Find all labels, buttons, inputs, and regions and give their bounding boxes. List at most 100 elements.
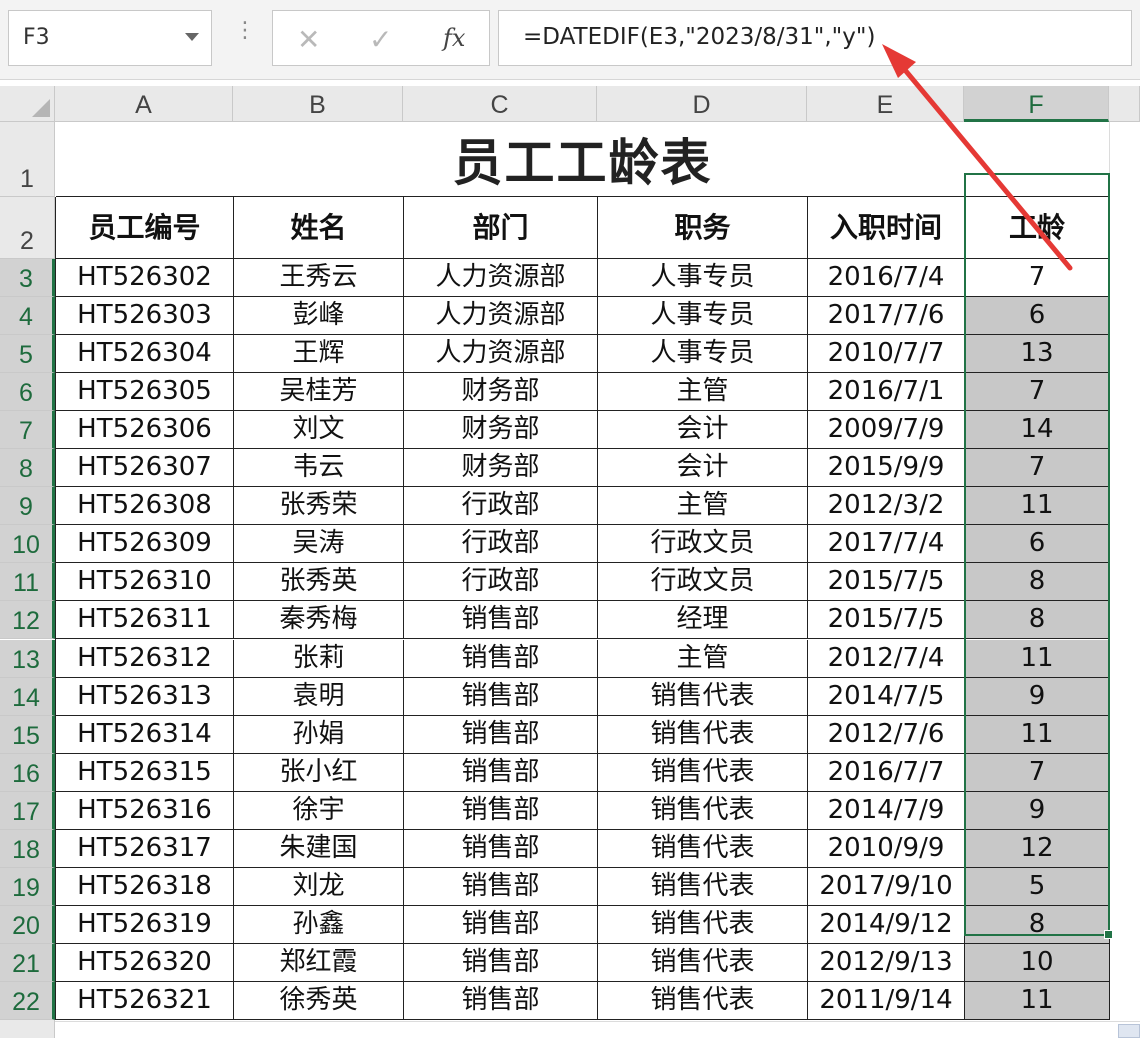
table-cell[interactable]: 人力资源部 <box>404 259 598 298</box>
header-cell-b[interactable]: 姓名 <box>234 197 404 259</box>
table-cell[interactable]: 徐秀英 <box>234 981 404 1020</box>
row-header-1[interactable]: 1 <box>0 122 55 197</box>
table-cell[interactable]: 2012/7/4 <box>808 639 965 678</box>
header-cell-c[interactable]: 部门 <box>404 197 598 259</box>
table-cell[interactable]: 销售部 <box>404 981 598 1020</box>
fill-handle[interactable] <box>1104 930 1113 939</box>
table-cell[interactable]: 张秀英 <box>234 563 404 602</box>
table-cell[interactable]: 8 <box>965 601 1110 640</box>
table-cell[interactable]: 财务部 <box>404 373 598 412</box>
table-cell[interactable]: 王辉 <box>234 335 404 374</box>
table-cell[interactable]: 销售部 <box>404 829 598 868</box>
table-cell[interactable]: 2016/7/1 <box>808 373 965 412</box>
table-cell[interactable]: 销售代表 <box>598 791 808 830</box>
table-cell[interactable]: 销售代表 <box>598 905 808 944</box>
scroll-indicator[interactable] <box>1118 1024 1140 1038</box>
table-cell[interactable]: HT526321 <box>56 981 234 1020</box>
table-cell[interactable]: 张小红 <box>234 753 404 792</box>
row-header-9[interactable]: 9 <box>0 487 55 526</box>
table-cell[interactable]: 主管 <box>598 373 808 412</box>
table-cell[interactable]: 9 <box>965 677 1110 716</box>
row-header-6[interactable]: 6 <box>0 373 55 412</box>
column-header-extra[interactable] <box>1109 86 1140 122</box>
table-cell[interactable]: 销售部 <box>404 867 598 906</box>
table-cell[interactable]: 人事专员 <box>598 259 808 298</box>
table-cell[interactable]: 王秀云 <box>234 259 404 298</box>
table-cell[interactable]: 会计 <box>598 449 808 488</box>
chevron-down-icon[interactable] <box>185 33 199 41</box>
table-cell[interactable]: 2012/7/6 <box>808 715 965 754</box>
table-cell[interactable]: 销售部 <box>404 905 598 944</box>
table-cell[interactable]: 销售代表 <box>598 677 808 716</box>
select-all-button[interactable] <box>0 86 55 122</box>
table-cell[interactable]: 销售代表 <box>598 981 808 1020</box>
table-cell[interactable]: 2015/7/5 <box>808 601 965 640</box>
table-cell[interactable]: 韦云 <box>234 449 404 488</box>
sheet-title[interactable]: 员工工龄表 <box>56 123 1109 197</box>
check-icon[interactable]: ✓ <box>369 23 392 56</box>
table-cell[interactable]: 孙娟 <box>234 715 404 754</box>
column-header-b[interactable]: B <box>233 86 403 122</box>
header-cell-f[interactable]: 工龄 <box>965 197 1110 259</box>
table-cell[interactable]: 行政部 <box>404 487 598 526</box>
table-cell[interactable]: HT526313 <box>56 677 234 716</box>
table-cell[interactable]: 11 <box>965 981 1110 1020</box>
row-header-18[interactable]: 18 <box>0 829 55 868</box>
table-cell[interactable]: 10 <box>965 943 1110 982</box>
table-cell[interactable]: 行政部 <box>404 563 598 602</box>
table-cell[interactable]: HT526305 <box>56 373 234 412</box>
table-cell[interactable]: 2015/7/5 <box>808 563 965 602</box>
table-cell[interactable]: 2017/7/4 <box>808 525 965 564</box>
table-cell[interactable]: HT526306 <box>56 411 234 450</box>
table-cell[interactable]: 9 <box>965 791 1110 830</box>
table-cell[interactable]: 销售部 <box>404 943 598 982</box>
table-cell[interactable]: 刘龙 <box>234 867 404 906</box>
table-cell[interactable]: 销售代表 <box>598 867 808 906</box>
row-header-20[interactable]: 20 <box>0 905 55 944</box>
table-cell[interactable]: 人事专员 <box>598 335 808 374</box>
table-cell[interactable]: HT526317 <box>56 829 234 868</box>
insert-function-icon[interactable]: fx <box>443 24 465 52</box>
table-cell[interactable]: 6 <box>965 525 1110 564</box>
table-cell[interactable]: 财务部 <box>404 449 598 488</box>
table-cell[interactable]: 销售代表 <box>598 943 808 982</box>
name-box[interactable]: F3 <box>8 10 212 66</box>
table-cell[interactable]: 11 <box>965 639 1110 678</box>
row-header-13[interactable]: 13 <box>0 639 55 678</box>
table-cell[interactable]: 销售部 <box>404 639 598 678</box>
header-cell-e[interactable]: 入职时间 <box>808 197 965 259</box>
table-cell[interactable]: 郑红霞 <box>234 943 404 982</box>
table-cell[interactable]: 2017/9/10 <box>808 867 965 906</box>
table-cell[interactable]: HT526314 <box>56 715 234 754</box>
row-header-21[interactable]: 21 <box>0 943 55 982</box>
table-cell[interactable]: 行政文员 <box>598 563 808 602</box>
row-header-12[interactable]: 12 <box>0 601 55 640</box>
row-header-22[interactable]: 22 <box>0 981 55 1020</box>
table-cell[interactable]: 销售部 <box>404 677 598 716</box>
table-cell[interactable]: 2016/7/4 <box>808 259 965 298</box>
table-cell[interactable]: 6 <box>965 297 1110 336</box>
header-cell-d[interactable]: 职务 <box>598 197 808 259</box>
table-cell[interactable]: 销售部 <box>404 715 598 754</box>
table-cell[interactable]: 主管 <box>598 639 808 678</box>
table-cell[interactable]: 刘文 <box>234 411 404 450</box>
row-header-3[interactable]: 3 <box>0 259 55 298</box>
table-cell[interactable]: 7 <box>965 449 1110 488</box>
row-header-7[interactable]: 7 <box>0 411 55 450</box>
table-cell[interactable]: 2014/9/12 <box>808 905 965 944</box>
table-cell[interactable]: 彭峰 <box>234 297 404 336</box>
row-header-11[interactable]: 11 <box>0 563 55 602</box>
table-cell[interactable]: 销售部 <box>404 753 598 792</box>
table-cell[interactable]: 孙鑫 <box>234 905 404 944</box>
table-cell[interactable]: 朱建国 <box>234 829 404 868</box>
table-cell[interactable]: 11 <box>965 715 1110 754</box>
table-cell[interactable]: 13 <box>965 335 1110 374</box>
table-cell[interactable]: 11 <box>965 487 1110 526</box>
table-cell[interactable]: 7 <box>965 259 1110 298</box>
table-cell[interactable]: 张秀荣 <box>234 487 404 526</box>
table-cell[interactable]: 经理 <box>598 601 808 640</box>
table-cell[interactable]: 5 <box>965 867 1110 906</box>
table-cell[interactable]: 2017/7/6 <box>808 297 965 336</box>
table-cell[interactable]: 14 <box>965 411 1110 450</box>
column-header-d[interactable]: D <box>597 86 807 122</box>
